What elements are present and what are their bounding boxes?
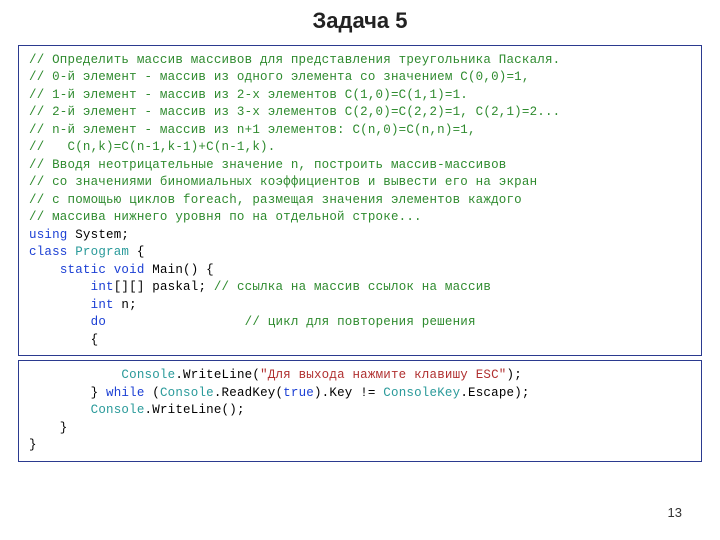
keyword: while [106,386,145,400]
code-text: ( [145,386,160,400]
code-text: { [29,333,98,347]
keyword: using [29,228,68,242]
comment: // ссылка на массив ссылок на массив [214,280,491,294]
code-text: Main() { [145,263,214,277]
string: "Для выхода нажмите клавишу ESC" [260,368,506,382]
comment: // n-й элемент - массив из n+1 элементов… [29,123,476,137]
code-text: System; [68,228,130,242]
comment: // С(n,k)=C(n-1,k-1)+C(n-1,k). [29,140,275,154]
comment: // 1-й элемент - массив из 2-х элементов… [29,88,468,102]
keyword: do [91,315,106,329]
code-text: ); [507,368,522,382]
comment: // массива нижнего уровня по на отдельно… [29,210,422,224]
slide-title: Задача 5 [0,0,720,41]
type: ConsoleKey [383,386,460,400]
type: Program [75,245,129,259]
code-text: { [129,245,144,259]
keyword: int [91,298,114,312]
comment: // со значениями биномиальных коэффициен… [29,175,537,189]
code-text: .Escape); [460,386,529,400]
keyword: class [29,245,68,259]
keyword: static [60,263,106,277]
keyword: void [114,263,145,277]
code-text: .ReadKey( [214,386,283,400]
code-text: } [29,421,68,435]
comment: // 0-й элемент - массив из одного элемен… [29,70,530,84]
code-text: n; [114,298,137,312]
comment: // с помощью циклов foreach, размещая зн… [29,193,522,207]
code-text: ).Key != [314,386,383,400]
comment: // 2-й элемент - массив из 3-х элементов… [29,105,560,119]
type: Console [121,368,175,382]
code-text: [][] paskal; [114,280,214,294]
comment: // Вводя неотрицательные значение n, пос… [29,158,506,172]
keyword: true [283,386,314,400]
type: Console [91,403,145,417]
page-number: 13 [668,504,682,522]
comment: // цикл для повторения решения [245,315,476,329]
code-text: } [29,386,106,400]
code-text: .WriteLine( [175,368,260,382]
code-text: .WriteLine(); [145,403,245,417]
keyword: int [91,280,114,294]
code-block-2: Console.WriteLine("Для выхода нажмите кл… [18,360,702,462]
type: Console [160,386,214,400]
code-block-1: // Определить массив массивов для предст… [18,45,702,357]
code-text: } [29,438,37,452]
comment: // Определить массив массивов для предст… [29,53,560,67]
